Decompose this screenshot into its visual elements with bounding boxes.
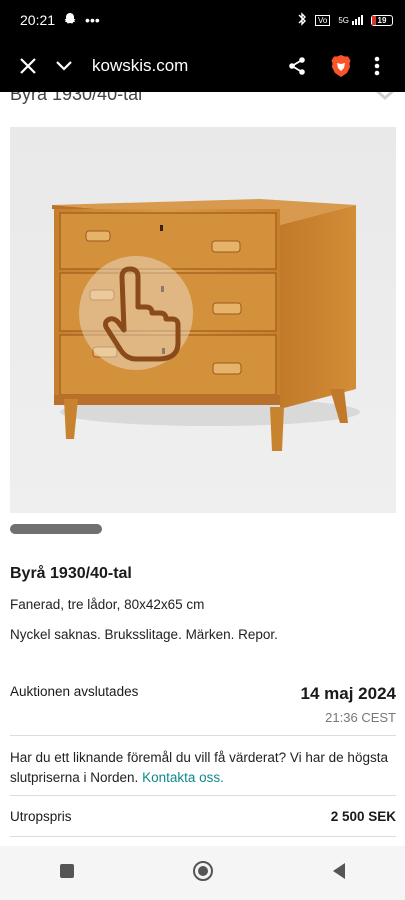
snapchat-icon [63,12,77,29]
battery-level: 19 [377,15,387,25]
brave-lion-icon[interactable] [323,48,359,84]
starting-price-row: Utropspris 2 500 SEK [10,809,396,824]
battery-icon: 19 [371,14,393,26]
product-image[interactable] [10,127,396,513]
share-icon[interactable] [279,48,315,84]
divider [10,735,396,736]
item-title: Byrå 1930/40-tal [10,565,132,582]
carousel-scroll-indicator[interactable] [10,524,102,534]
contact-link[interactable]: Kontakta oss. [142,770,224,785]
divider [10,836,396,837]
item-description: Fanerad, tre lådor, 80x42x65 cm [10,597,205,612]
auction-end-date: 14 maj 2024 [300,684,396,703]
network-type: 5G [338,16,349,25]
valuation-text: Har du ett liknande föremål du vill få v… [10,748,390,788]
signal-icon: 5G [338,15,363,25]
starting-price-value: 2 500 SEK [330,809,396,824]
browser-toolbar: kowskis.com [0,40,405,92]
more-notifications-icon: ••• [85,12,100,28]
back-icon[interactable] [331,862,347,885]
page-header-title: Byrå 1930/40-tal [10,92,143,104]
auction-end-time: 21:36 CEST [325,710,396,725]
system-nav-bar [0,846,405,900]
status-time: 20:21 [20,12,56,28]
bluetooth-icon [297,11,307,29]
favorite-icon[interactable] [374,92,396,109]
starting-price-label: Utropspris [10,809,72,824]
url-text[interactable]: kowskis.com [92,56,279,76]
menu-more-icon[interactable] [359,48,395,84]
item-condition: Nyckel saknas. Bruksslitage. Märken. Rep… [10,627,278,642]
auction-end-label: Auktionen avslutades [10,684,139,699]
divider [10,795,396,796]
chevron-down-icon[interactable] [46,48,82,84]
recent-apps-icon[interactable] [59,863,75,884]
auction-end-row: Auktionen avslutades 14 maj 2024 21:36 C… [10,684,396,725]
home-icon[interactable] [192,860,214,887]
page-content: Byrå 1930/40-tal Byrå 1930/40-tal Fanera… [0,92,405,846]
volte-icon: Vo [314,14,331,26]
close-icon[interactable] [10,48,46,84]
status-bar: 20:21 ••• Vo 5G 19 [0,0,405,40]
